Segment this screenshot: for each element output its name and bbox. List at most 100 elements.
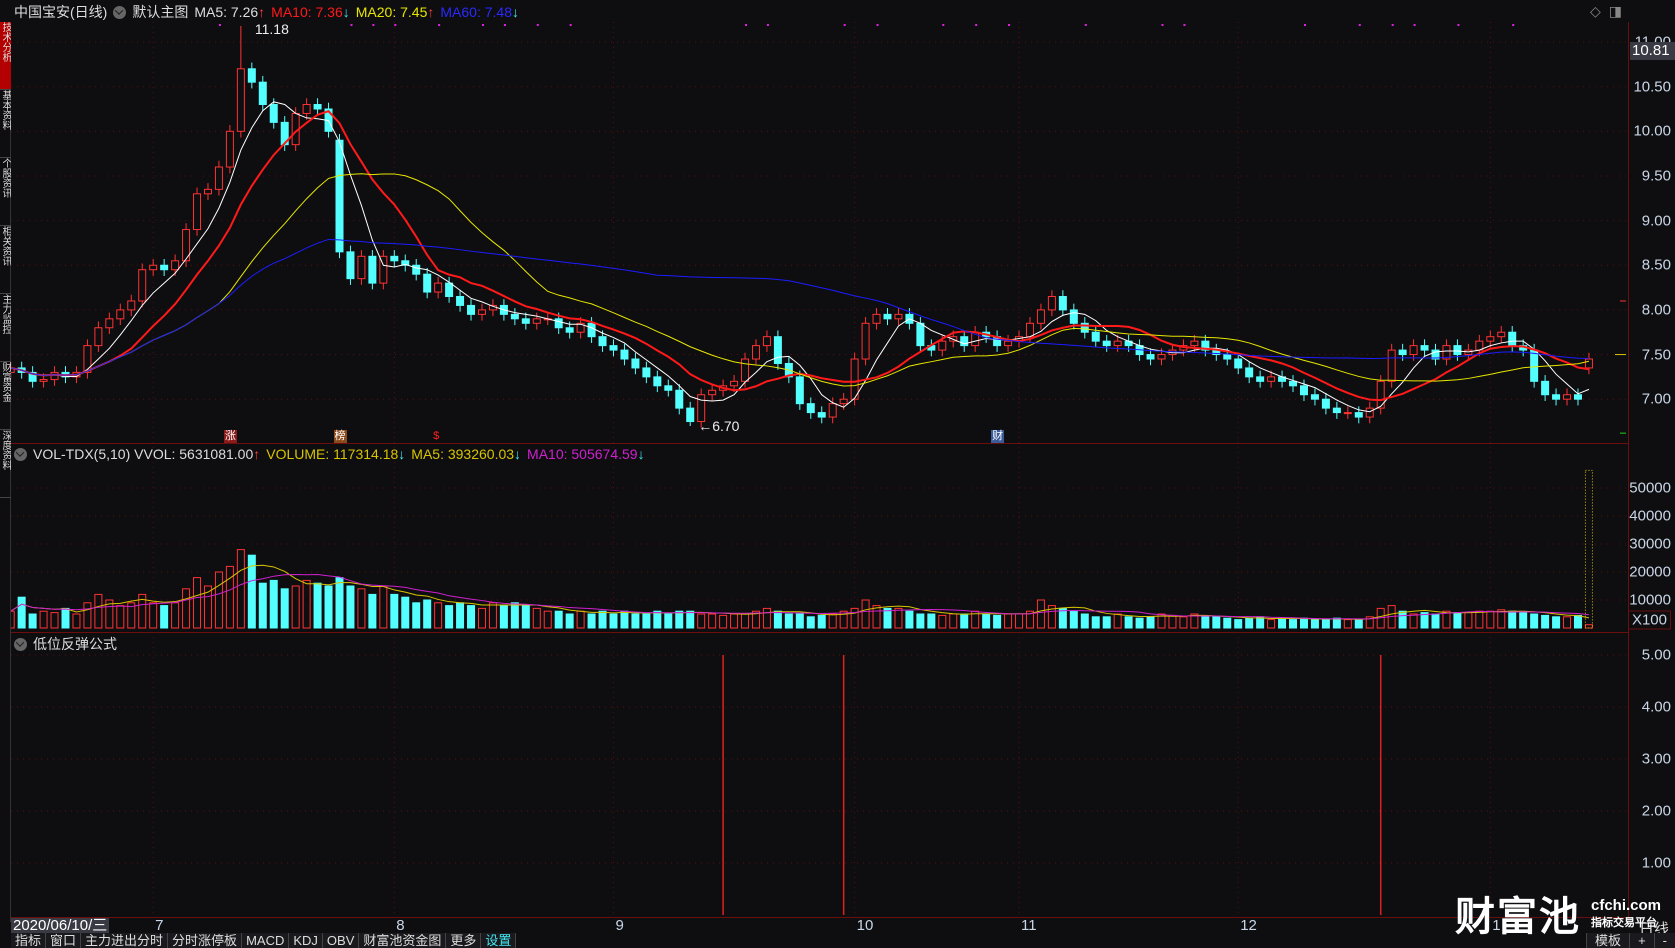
candle-up bbox=[1486, 336, 1495, 342]
vvol-value: VVOL: 5631081.00 bbox=[134, 446, 254, 462]
volume-bar-down bbox=[817, 614, 826, 629]
volume-bar-down bbox=[1299, 617, 1308, 629]
sidebar-tab[interactable]: 个股资讯 bbox=[0, 158, 11, 226]
tab-indicator[interactable]: 指标 bbox=[11, 933, 47, 948]
sidebar-tab[interactable]: 主力监控 bbox=[0, 294, 11, 362]
chevron-down-icon[interactable] bbox=[14, 447, 27, 461]
candle-down bbox=[642, 367, 651, 378]
candle-down bbox=[653, 376, 662, 387]
chevron-down-icon[interactable] bbox=[113, 5, 127, 19]
volume-bar-down bbox=[565, 613, 574, 629]
event-dot bbox=[438, 24, 441, 26]
indicator-name[interactable]: 低位反弹公式 bbox=[33, 634, 117, 654]
arrow-up-icon: ↑ bbox=[427, 4, 435, 20]
tab-settings[interactable]: 设置 bbox=[481, 933, 517, 948]
candle-down bbox=[565, 327, 574, 333]
candle-down bbox=[1091, 331, 1100, 342]
panel-toggle-icon[interactable]: ◨ bbox=[1609, 3, 1622, 20]
volume-bar-down bbox=[960, 613, 969, 629]
tab-kdj[interactable]: KDJ bbox=[289, 933, 323, 948]
candle-up bbox=[938, 340, 947, 351]
volume-bar-down bbox=[390, 593, 399, 629]
diamond-icon[interactable]: ◇ bbox=[1590, 3, 1601, 20]
volume-bar-up bbox=[302, 579, 311, 629]
candle-down bbox=[1541, 380, 1550, 396]
tab-more[interactable]: 更多 bbox=[446, 933, 482, 948]
volume-bar-down bbox=[1552, 616, 1561, 629]
price-tick-label: 8.50 bbox=[1641, 256, 1671, 274]
candle-down bbox=[1573, 394, 1582, 400]
sidebar-tab[interactable]: 深度资料 bbox=[0, 430, 11, 498]
panel-divider[interactable] bbox=[11, 443, 1628, 444]
price-tick-label: 9.50 bbox=[1641, 167, 1671, 185]
month-tick-label: 8 bbox=[396, 917, 405, 934]
event-dot bbox=[1358, 24, 1361, 26]
tab-main-flow[interactable]: 主力进出分时 bbox=[81, 933, 169, 948]
volume-bar-down bbox=[368, 593, 377, 629]
arrow-up-icon: ↑ bbox=[258, 4, 266, 20]
candle-up bbox=[149, 264, 158, 271]
volume-tick-label: 20000 bbox=[1629, 563, 1671, 581]
volume-bar-up bbox=[291, 585, 300, 629]
volume-bar-up bbox=[938, 614, 947, 629]
price-axis[interactable]: 11.0010.5010.009.509.008.508.007.507.005… bbox=[1627, 22, 1675, 918]
candle-up bbox=[83, 345, 92, 373]
event-dot bbox=[394, 24, 397, 26]
volume-bar-down bbox=[1124, 616, 1133, 629]
volume-bar-up bbox=[193, 577, 202, 629]
volume-indicator-name[interactable]: VOL-TDX(5,10) bbox=[33, 446, 130, 462]
volume-bar-down bbox=[795, 613, 804, 629]
chart-canvas[interactable]: 11.18 ←6.70 bbox=[0, 0, 1675, 948]
volume-bar-up bbox=[532, 607, 541, 629]
volume-bar-down bbox=[1212, 616, 1221, 629]
candle-up bbox=[1497, 331, 1506, 338]
candle-down bbox=[445, 282, 454, 298]
volume-bar-down bbox=[1201, 616, 1210, 629]
candle-up bbox=[850, 358, 859, 400]
price-tick-label: 9.00 bbox=[1641, 212, 1671, 230]
candle-up bbox=[1025, 322, 1034, 338]
candle-down bbox=[1552, 394, 1561, 400]
sidebar-tab[interactable]: 相关资讯 bbox=[0, 226, 11, 294]
candle-up bbox=[477, 309, 486, 315]
ma5-line bbox=[10, 101, 1590, 413]
candle-up bbox=[39, 379, 48, 382]
sidebar-tab[interactable]: 基本资料 bbox=[0, 90, 11, 158]
event-dot bbox=[218, 24, 221, 26]
candle-down bbox=[1234, 358, 1243, 369]
month-tick-label: 11 bbox=[1021, 917, 1037, 934]
sidebar-tab[interactable]: 财富资金 bbox=[0, 362, 11, 430]
arrow-up-icon: ↑ bbox=[253, 446, 261, 462]
main-chart-header: 中国宝安(日线) 默认主图 MA5: 7.26↑ MA10: 7.36↓ MA2… bbox=[14, 2, 519, 22]
sidebar-tab[interactable]: 技术分析 bbox=[0, 22, 11, 90]
volume-bar-down bbox=[982, 613, 991, 629]
template-name[interactable]: 默认主图 bbox=[132, 2, 188, 22]
tab-macd[interactable]: MACD bbox=[242, 933, 290, 948]
high-price-label: 11.18 bbox=[255, 21, 289, 37]
indicator-tick-label: 4.00 bbox=[1641, 698, 1671, 716]
volume-bar-down bbox=[258, 582, 267, 629]
panel-divider[interactable] bbox=[11, 632, 1628, 633]
tab-obv[interactable]: OBV bbox=[322, 933, 360, 948]
price-tick-label: 10.50 bbox=[1633, 78, 1671, 96]
volume-bar-down bbox=[335, 577, 344, 629]
candle-down bbox=[412, 264, 421, 275]
sidebar: 技术分析 基本资料 个股资讯 相关资讯 主力监控 财富资金 深度资料 bbox=[0, 22, 11, 922]
volume-bar-down bbox=[1278, 617, 1287, 629]
candle-up bbox=[741, 358, 750, 382]
volume-bar-up bbox=[1004, 613, 1013, 629]
volume-bar-down bbox=[423, 599, 432, 629]
tab-fund-chart[interactable]: 财富池资金图 bbox=[359, 933, 447, 948]
volume-header: VOL-TDX(5,10) VVOL: 5631081.00↑ VOLUME: … bbox=[14, 446, 645, 462]
volume-bar-down bbox=[467, 605, 476, 629]
candle-up bbox=[302, 104, 311, 114]
month-tick-label: 9 bbox=[615, 917, 624, 934]
candle-down bbox=[554, 318, 563, 329]
arrow-down-icon: ↓ bbox=[398, 446, 406, 462]
tab-window[interactable]: 窗口 bbox=[46, 933, 82, 948]
candle-down bbox=[1310, 394, 1319, 400]
volume-bar-down bbox=[1321, 619, 1330, 629]
stock-title[interactable]: 中国宝安(日线) bbox=[14, 2, 107, 22]
tab-limit-up[interactable]: 分时涨停板 bbox=[168, 933, 243, 948]
chevron-down-icon[interactable] bbox=[14, 637, 27, 651]
